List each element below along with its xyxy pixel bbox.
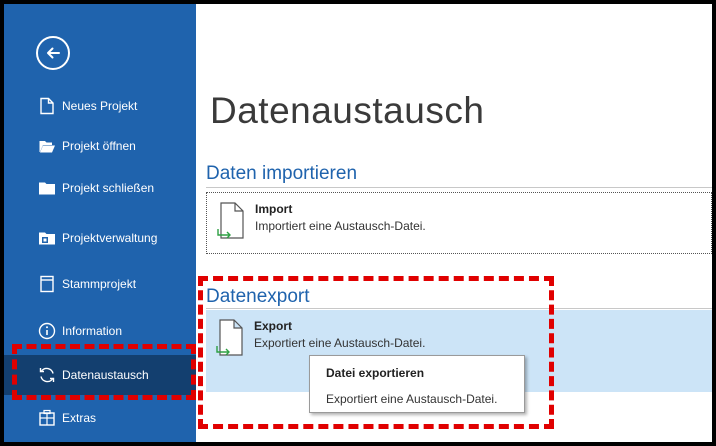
export-item-title: Export [254,319,293,333]
sidebar-item-label: Stammprojekt [62,277,137,291]
arrow-left-circle-icon [47,47,60,59]
tooltip-body: Exportiert eine Austausch-Datei. [326,392,498,406]
extras-icon [39,409,55,426]
backstage-sidebar: Neues Projekt Projekt öffnen Projekt sch… [4,4,196,442]
sidebar-item-label: Information [62,324,123,338]
import-item-description: Importiert eine Austausch-Datei. [255,219,426,233]
sidebar-item-label: Projektverwaltung [62,231,158,245]
sidebar-item-extras[interactable]: Extras [4,398,196,438]
sidebar-item-projektverwaltung[interactable]: Projektverwaltung [4,218,196,258]
tooltip: Datei exportieren Exportiert eine Austau… [309,355,525,413]
open-folder-icon [39,141,55,153]
sidebar-item-label: Neues Projekt [62,99,138,113]
sidebar-item-datenaustausch[interactable]: Datenaustausch [4,355,196,395]
sidebar-item-information[interactable]: Information [4,311,196,351]
sidebar-item-neues-projekt[interactable]: Neues Projekt [4,86,196,126]
section-divider [206,187,712,188]
import-document-icon [217,202,244,239]
sidebar-item-stammprojekt[interactable]: Stammprojekt [4,264,196,304]
section-heading-export: Datenexport [206,286,310,307]
sidebar-item-label: Datenaustausch [62,368,149,382]
sync-icon [39,367,55,383]
sidebar-item-projekt-schliessen[interactable]: Projekt schließen [4,168,196,208]
page-title: Datenaustausch [210,90,485,131]
project-management-icon [39,232,55,245]
back-button[interactable] [36,36,70,70]
import-item[interactable]: Import Importiert eine Austausch-Datei. [206,192,712,254]
new-document-icon [40,97,54,115]
sidebar-item-label: Projekt öffnen [62,139,136,153]
tooltip-title: Datei exportieren [326,366,425,380]
export-document-icon [216,319,243,356]
info-icon [38,322,56,340]
import-item-title: Import [255,202,293,216]
section-heading-import: Daten importieren [206,163,358,184]
sidebar-item-projekt-oeffnen[interactable]: Projekt öffnen [4,126,196,166]
sidebar-item-label: Projekt schließen [62,181,155,195]
app-window: Neues Projekt Projekt öffnen Projekt sch… [4,4,712,442]
folder-icon [39,182,55,195]
sidebar-item-label: Extras [62,411,97,425]
export-item-description: Exportiert eine Austausch-Datei. [254,336,426,350]
master-project-icon [40,275,54,293]
section-divider [206,308,712,309]
